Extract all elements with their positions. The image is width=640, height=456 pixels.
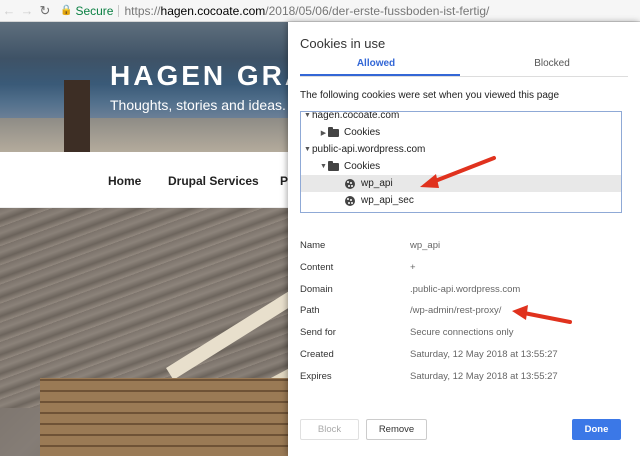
expand-right-icon[interactable]: ▶ [319,129,328,137]
annotation-arrow-icon [512,305,572,324]
tab-bar: Allowed Blocked [288,52,640,77]
detail-value: Saturday, 12 May 2018 at 13:55:27 [410,371,558,382]
detail-value: + [410,262,416,273]
annotation-arrow-icon [420,156,496,188]
tree-node-label: wp_api [361,178,393,189]
tree-node-cookie[interactable]: wp_api_sec [301,192,621,209]
lock-icon[interactable]: 🔒 [60,5,72,16]
back-icon[interactable]: ← [0,3,18,18]
tree-node-label: public-api.wordpress.com [312,144,426,155]
url-path[interactable]: /2018/05/06/der-erste-fussboden-ist-fert… [265,4,489,18]
reload-icon[interactable]: ↻ [36,3,54,19]
cookie-icon [345,178,355,189]
site-title[interactable]: HAGEN GRA [110,60,308,92]
block-button[interactable]: Block [300,419,359,440]
tab-allowed[interactable]: Allowed [288,58,464,69]
detail-value: /wp-admin/rest-proxy/ [410,305,502,316]
tab-blocked[interactable]: Blocked [464,58,640,69]
tab-active-indicator [300,74,460,76]
tab-divider [300,76,628,77]
secure-label[interactable]: Secure [75,4,113,18]
url-host[interactable]: hagen.cocoate.com [161,4,266,18]
expand-down-icon[interactable]: ▼ [319,163,328,170]
dialog-title: Cookies in use [300,36,386,51]
detail-value: Secure connections only [410,327,514,338]
tree-node-domain[interactable]: ▼ hagen.cocoate.com [301,111,621,124]
detail-value: Saturday, 12 May 2018 at 13:55:27 [410,349,558,360]
detail-key: Path [300,305,320,316]
tree-node-label: hagen.cocoate.com [312,111,400,121]
address-bar[interactable]: ← → ↻ 🔒 Secure https:// hagen.cocoate.co… [0,0,640,22]
cookie-icon [345,195,355,206]
detail-key: Send for [300,327,336,338]
expand-down-icon[interactable]: ▼ [303,146,312,153]
remove-button[interactable]: Remove [366,419,427,440]
site-tagline: Thoughts, stories and ideas. [110,97,286,113]
wooden-post [64,80,90,152]
tree-node-label: Cookies [344,161,381,172]
folder-icon [328,160,339,171]
detail-key: Name [300,240,326,251]
detail-key: Content [300,262,334,273]
detail-value: .public-api.wordpress.com [410,284,521,295]
nav-item-home[interactable]: Home [108,174,141,188]
intro-text: The following cookies were set when you … [300,90,560,101]
forward-icon[interactable]: → [18,3,36,18]
detail-key: Domain [300,284,333,295]
nav-item-drupal-services[interactable]: Drupal Services [168,174,259,188]
wooden-deck [40,378,300,456]
detail-key: Expires [300,371,332,382]
url-scheme[interactable]: https:// [124,4,160,18]
detail-value: wp_api [410,240,441,251]
expand-down-icon[interactable]: ▼ [303,112,312,119]
tree-node-folder[interactable]: ▶ Cookies [301,124,621,141]
tree-node-label: Cookies [344,127,381,138]
detail-key: Created [300,349,334,360]
done-button[interactable]: Done [572,419,621,440]
cookies-dialog: Cookies in use Allowed Blocked The follo… [288,22,640,456]
nav-item-partial[interactable]: P [280,174,288,188]
tree-node-label: wp_api_sec [361,195,414,206]
folder-icon [328,126,339,137]
separator [118,4,120,17]
